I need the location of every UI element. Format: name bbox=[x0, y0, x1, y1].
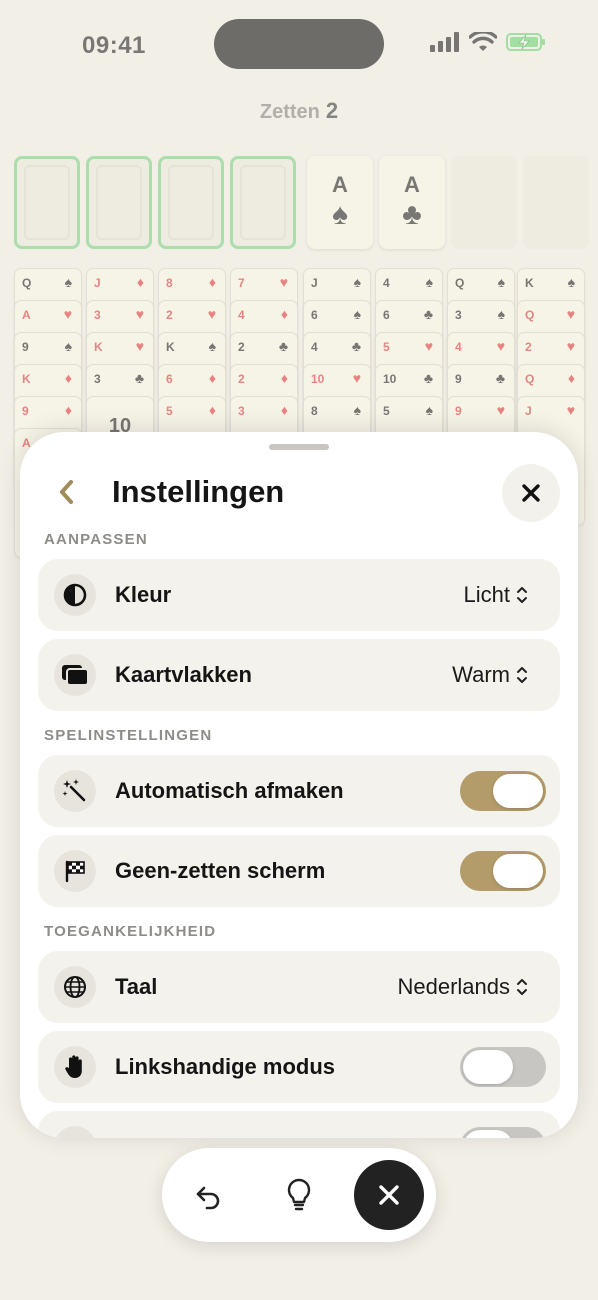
undo-button[interactable] bbox=[183, 1169, 235, 1221]
color-select[interactable]: Licht bbox=[464, 582, 528, 608]
setting-label: Geen-zetten scherm bbox=[115, 858, 326, 883]
setting-language[interactable]: Taal Nederlands bbox=[38, 951, 560, 1023]
setting-label: Linkshandige modus bbox=[115, 1054, 336, 1079]
setting-label: Automatisch afmaken bbox=[115, 778, 344, 803]
undo-icon bbox=[196, 1186, 220, 1210]
back-button[interactable] bbox=[48, 474, 84, 510]
auto-finish-toggle[interactable] bbox=[460, 771, 546, 811]
card-faces-select[interactable]: Warm bbox=[452, 662, 528, 688]
setting-label: Kaartvlakken bbox=[115, 662, 252, 687]
select-value: Warm bbox=[452, 662, 510, 687]
partial-toggle[interactable] bbox=[460, 1127, 546, 1138]
section-customize: AANPASSEN bbox=[44, 531, 148, 548]
setting-label: Taal bbox=[115, 974, 158, 999]
select-value: Nederlands bbox=[397, 974, 510, 999]
setting-card-faces[interactable]: Kaartvlakken Warm bbox=[38, 639, 560, 711]
lightbulb-icon bbox=[287, 1178, 311, 1211]
setting-row-partial[interactable] bbox=[38, 1111, 560, 1138]
bottom-toolbar bbox=[162, 1148, 436, 1242]
toggle-knob bbox=[493, 854, 543, 888]
toggle-knob bbox=[463, 1050, 513, 1084]
no-moves-screen-toggle[interactable] bbox=[460, 851, 546, 891]
chevron-up-down-icon bbox=[517, 587, 527, 603]
sheet-grabber[interactable] bbox=[269, 444, 329, 450]
contrast-icon bbox=[63, 583, 87, 607]
chevron-up-down-icon bbox=[517, 979, 527, 995]
hint-button[interactable] bbox=[273, 1169, 325, 1221]
close-settings-button[interactable] bbox=[354, 1160, 424, 1230]
checkered-flag-icon bbox=[65, 860, 85, 883]
language-select[interactable]: Nederlands bbox=[397, 974, 528, 1000]
section-accessibility: TOEGANKELIJKHEID bbox=[44, 923, 217, 940]
settings-sheet: Instellingen AANPASSEN Kleur Licht Kaart… bbox=[20, 432, 578, 1138]
setting-label: Kleur bbox=[115, 582, 172, 607]
close-icon bbox=[379, 1185, 399, 1205]
globe-icon bbox=[64, 976, 86, 998]
chevron-left-icon bbox=[60, 480, 73, 504]
close-button[interactable] bbox=[502, 464, 560, 522]
chevron-up-down-icon bbox=[517, 667, 527, 683]
section-game: SPELINSTELLINGEN bbox=[44, 727, 213, 744]
close-icon bbox=[522, 484, 540, 502]
setting-left-handed[interactable]: Linkshandige modus bbox=[38, 1031, 560, 1103]
setting-auto-finish[interactable]: Automatisch afmaken bbox=[38, 755, 560, 827]
select-value: Licht bbox=[463, 582, 510, 607]
page-title: Instellingen bbox=[112, 474, 285, 509]
toggle-knob bbox=[463, 1130, 513, 1138]
magic-wand-icon bbox=[62, 779, 86, 802]
hand-icon bbox=[65, 1055, 82, 1078]
left-handed-toggle[interactable] bbox=[460, 1047, 546, 1087]
cards-icon bbox=[62, 665, 89, 686]
setting-no-moves-screen[interactable]: Geen-zetten scherm bbox=[38, 835, 560, 907]
setting-color[interactable]: Kleur Licht bbox=[38, 559, 560, 631]
toggle-knob bbox=[493, 774, 543, 808]
